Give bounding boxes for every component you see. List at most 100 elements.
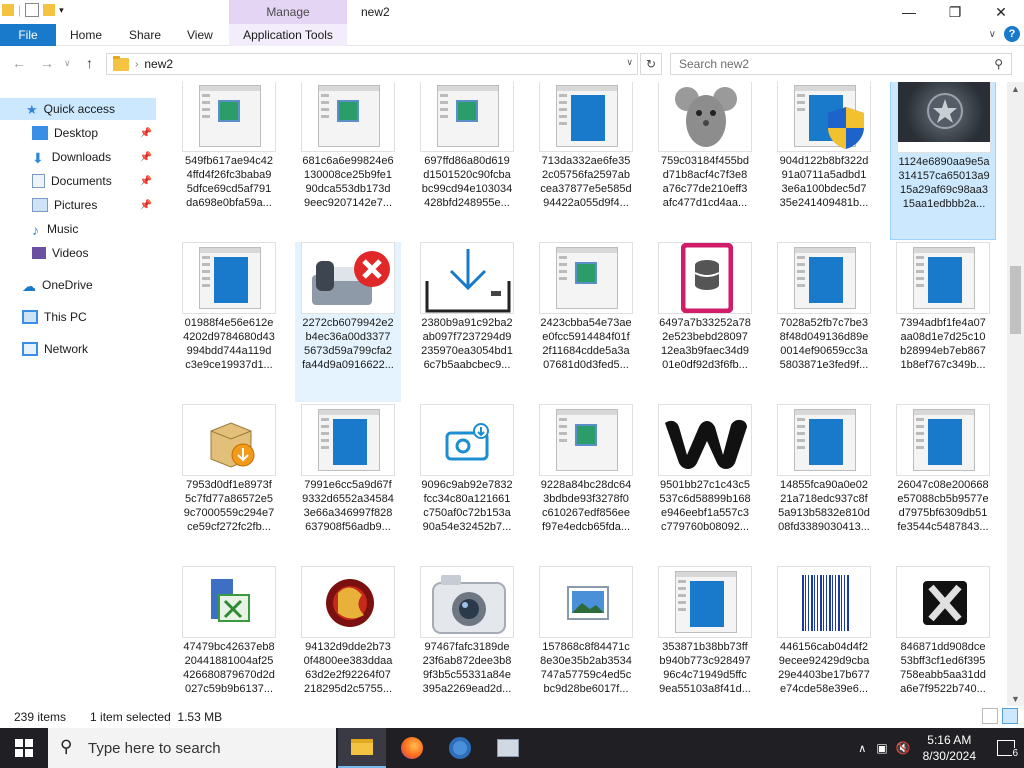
nav-videos[interactable]: Videos [0,242,156,264]
refresh-button[interactable]: ↻ [640,53,662,75]
properties-icon[interactable] [25,3,40,17]
file-name-line: 5673d59a799cfa2 [303,345,393,357]
scroll-down-icon[interactable]: ▼ [1011,694,1020,704]
file-item[interactable]: 1124e6890aa9e5a 314157ca65013a9 15a29af69c… [890,82,996,240]
pin-icon[interactable]: 📌 [140,200,152,211]
network-icon[interactable]: ▣ [876,741,887,755]
nav-music[interactable]: ♪ Music [0,218,156,240]
nav-network[interactable]: Network [0,338,156,360]
taskbar-app[interactable] [484,728,532,768]
window-blue-icon-part [556,85,618,147]
file-item[interactable]: 846871dd908dce 53bff3cf1ed6f395 758eabb5aa… [890,566,996,706]
file-item[interactable]: 157868c8f84471c 8e30e35b2ab3534 747a57759c… [533,566,639,706]
notification-button[interactable]: 6 [988,728,1024,768]
file-item[interactable]: 7394adbf1fe4a07 aa08d1e7d25c10 b28994eb7eb… [890,242,996,402]
recent-chevron-icon[interactable]: ∨ [64,58,71,69]
search-icon: ⚲ [994,57,1003,71]
taskbar-chrome[interactable] [436,728,484,768]
file-item[interactable]: 14855fca90a0e02 21a718edc937c8f 5a913b5832… [771,404,877,564]
file-item[interactable]: 7028a52fb7c7be3 8f48d049136d89e 0014ef9065… [771,242,877,402]
file-name-line: e74cde58e39e6... [779,683,869,695]
file-item[interactable]: 713da332ae6fe35 2c05756fa2597ab cea37877e5… [533,82,639,240]
volume-muted-icon[interactable]: 🔇 [896,741,911,755]
forward-arrow-icon[interactable]: → [40,55,54,71]
file-item[interactable]: 2380b9a91c92ba2 ab097f7237294d9 235970ea30… [414,242,520,402]
taskbar-firefox[interactable] [388,728,436,768]
file-item[interactable]: 697ffd86a80d619 d1501520c90fcba bc99cd94e1… [414,82,520,240]
file-item[interactable]: 94132d9dde2b73 0f4800ee383ddaa 63d2e2f9226… [295,566,401,706]
window-blue-icon [896,242,990,314]
file-item[interactable]: 47479bc42637eb8 20441881004af25 4266808796… [176,566,282,706]
help-icon[interactable]: ? [1004,26,1020,42]
chevron-down-icon[interactable]: ▾ [59,5,64,16]
file-item[interactable]: 97467fafc3189de 23f6ab872dee3b8 9f3b5c5533… [414,566,520,706]
file-item[interactable]: 549fb617ae94c42 4ffd4f26fc3baba9 5dfce69cd… [176,82,282,240]
window-blue-icon-part [797,263,805,266]
file-item[interactable]: 759c03184f455bd d71b8acf4c7f3e8 a76c77de21… [652,82,758,240]
file-item[interactable]: 6497a7b33252a78 2e523bebd28097 12ea3b9faec… [652,242,758,402]
tab-application-tools[interactable]: Application Tools [229,24,347,46]
tab-home[interactable]: Home [70,28,102,42]
taskbar-file-explorer[interactable] [338,728,386,768]
file-item[interactable]: 681c6a6e99824e6 130008ce25b9fe1 90dca553db… [295,82,401,240]
camera-icon [420,566,514,638]
up-arrow-icon[interactable]: ↑ [86,55,93,71]
close-button[interactable]: ✕ [978,0,1024,24]
scroll-up-icon[interactable]: ▲ [1011,84,1020,94]
file-name-line: 9501bb27c1c43c5 [660,479,750,491]
folder-icon[interactable] [2,4,14,16]
nav-pictures[interactable]: Pictures 📌 [0,194,156,216]
start-button[interactable] [0,728,48,768]
file-item[interactable]: 446156cab04d4f2 9ecee92429d9cba 29e4403be1… [771,566,877,706]
video-icon [32,247,46,259]
file-item[interactable]: 7991e6cc5a9d67f 9332d6552a34584 3e66a34699… [295,404,401,564]
file-item[interactable]: 353871b38bb73ff b940b773c928497 96c4c71949… [652,566,758,706]
file-item[interactable]: 9228a84bc28dc64 3bdbde93f3278f0 c610267edf… [533,404,639,564]
tab-share[interactable]: Share [129,28,161,42]
window-small-icon-part [337,100,359,122]
taskbar-search-input[interactable]: ⚲ Type here to search [48,728,336,768]
scrollbar-thumb[interactable] [1010,266,1021,334]
pin-icon[interactable]: 📌 [140,152,152,163]
chevron-down-icon[interactable]: ∨ [626,57,633,68]
nav-documents[interactable]: Documents 📌 [0,170,156,192]
file-name-line: 8f48d049136d89e [779,331,869,343]
nav-this-pc[interactable]: This PC [0,306,156,328]
vertical-scrollbar[interactable]: ▲ ▼ [1007,82,1024,706]
window-blue-icon-part [676,572,736,577]
file-item[interactable]: 26047c08e200668 e57088cb5b9577e d7975bf630… [890,404,996,564]
file-item[interactable]: 2423cbba54e73ae e0fcc5914484f01f 2f11684cd… [533,242,639,402]
w-logo-icon-part [665,419,747,469]
file-item[interactable]: 01988f4e56e612e 4202d9784680d43 994bdd744a… [176,242,282,402]
chevron-down-icon[interactable]: ∨ [989,29,996,40]
breadcrumb-current[interactable]: new2 [144,57,173,71]
file-item[interactable]: 7953d0df1e8973f 5c7fd77a86572e5 9c7000559c… [176,404,282,564]
details-view-icon[interactable] [982,708,998,724]
file-item[interactable]: 904d122b8bf322d 91a0711a5adbd1 3e6a100bdec… [771,82,877,240]
search-input[interactable]: Search new2 ⚲ [670,53,1012,75]
file-item[interactable]: 9501bb27c1c43c5 537c6d58899b168 e946eebf1a… [652,404,758,564]
tab-view[interactable]: View [187,28,213,42]
maximize-button[interactable]: ❐ [932,0,978,24]
file-name: 446156cab04d4f2 9ecee92429d9cba 29e4403be1… [773,640,875,696]
pin-icon[interactable]: 📌 [140,128,152,139]
window-blue-icon [182,242,276,314]
file-item[interactable]: 2272cb6079942e2 b4ec36a00d3377 5673d59a799… [295,242,401,402]
nav-quick-access[interactable]: ★ Quick access [0,98,156,120]
tab-file[interactable]: File [0,24,56,46]
clock[interactable]: 5:16 AM 8/30/2024 [923,732,976,764]
address-bar[interactable]: › new2 ∨ [106,53,638,75]
pin-icon[interactable]: 📌 [140,176,152,187]
nav-downloads[interactable]: ⬇ Downloads 📌 [0,146,156,168]
file-name-line: 218295d2c5755... [303,683,393,695]
large-icons-view-icon[interactable] [1002,708,1018,724]
back-arrow-icon[interactable]: ← [12,55,26,71]
file-name-line: 2380b9a91c92ba2 [421,317,513,329]
breadcrumb-chevron-icon[interactable]: › [135,59,138,70]
chevron-up-icon[interactable]: ∧ [858,742,866,755]
file-item[interactable]: 9096c9ab92e7832 fcc34c80a121661 c750af0c72… [414,404,520,564]
new-folder-icon[interactable] [43,4,56,16]
minimize-button[interactable]: — [886,0,932,24]
nav-onedrive[interactable]: ☁ OneDrive [0,274,156,296]
nav-desktop[interactable]: Desktop 📌 [0,122,156,144]
